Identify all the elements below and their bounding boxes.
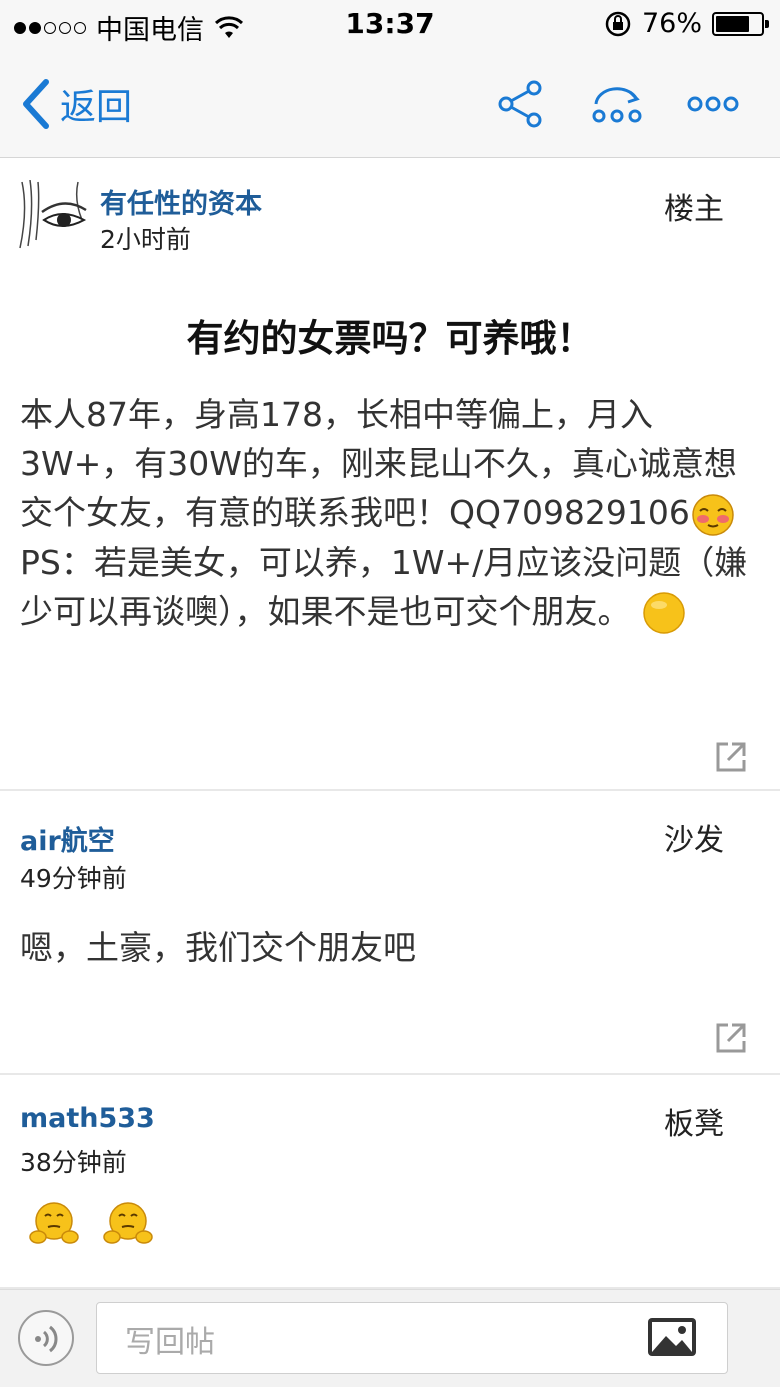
chevron-left-icon (23, 79, 49, 129)
main-post: 有任性的资本 2小时前 楼主 有约的女票吗？可养哦！ 本人87年，身高178，长… (0, 158, 780, 791)
blushing-face-emoji (692, 493, 734, 536)
battery-icon (712, 11, 769, 36)
reply-time: 38分钟前 (20, 1148, 127, 1177)
post-body-text: 本人87年，身高178，长相中等偏上，月入3W+，有30W的车，刚来昆山不久，真… (20, 395, 737, 532)
refresh-icon[interactable] (590, 78, 644, 130)
sound-wave-icon (35, 1325, 58, 1353)
share-icon[interactable] (494, 78, 548, 130)
external-link-icon[interactable] (714, 1021, 748, 1055)
status-bar: 中国电信 13:37 76% (0, 0, 780, 52)
reply-item: air航空 49分钟前 沙发 嗯，土豪，我们交个朋友吧 (0, 791, 780, 1075)
post-title: 有约的女票吗？可养哦！ (186, 317, 594, 360)
thinking-face-emoji (29, 1202, 79, 1244)
nav-actions (494, 78, 740, 130)
yellow-face-emoji (643, 592, 685, 634)
post-time: 2小时前 (100, 225, 191, 254)
floor-label: 楼主 (664, 192, 724, 227)
reply-composer: 写回帖 (0, 1289, 780, 1387)
image-icon[interactable] (646, 1316, 698, 1358)
battery-percent: 76% (641, 8, 702, 39)
reply-body: 嗯，土豪，我们交个朋友吧 (20, 928, 416, 967)
post-body-ps: PS：若是美女，可以养，1W+/月应该没问题（嫌少可以再谈噢），如果不是也可交个… (20, 542, 748, 631)
post-author[interactable]: 有任性的资本 (100, 182, 262, 221)
external-link-icon[interactable] (714, 740, 748, 774)
reply-item: math533 38分钟前 板凳 (0, 1075, 780, 1289)
more-icon[interactable] (686, 78, 740, 130)
reply-time: 49分钟前 (20, 864, 127, 893)
orientation-lock-icon (605, 11, 631, 36)
floor-label: 板凳 (664, 1107, 724, 1142)
navigation-bar: 返回 (0, 52, 780, 158)
post-body: 本人87年，身高178，长相中等偏上，月入3W+，有30W的车，刚来昆山不久，真… (20, 390, 765, 636)
avatar[interactable] (18, 180, 88, 250)
status-right: 76% (604, 8, 769, 39)
back-button[interactable]: 返回 (18, 78, 132, 130)
voice-input-button[interactable] (18, 1310, 74, 1366)
floor-label: 沙发 (664, 823, 724, 858)
reply-input[interactable]: 写回帖 (96, 1302, 728, 1374)
reply-emojis (28, 1199, 154, 1245)
reply-author[interactable]: math533 (20, 1103, 155, 1134)
back-label: 返回 (60, 87, 133, 128)
reply-author[interactable]: air航空 (20, 819, 115, 858)
thinking-face-emoji (103, 1202, 153, 1244)
